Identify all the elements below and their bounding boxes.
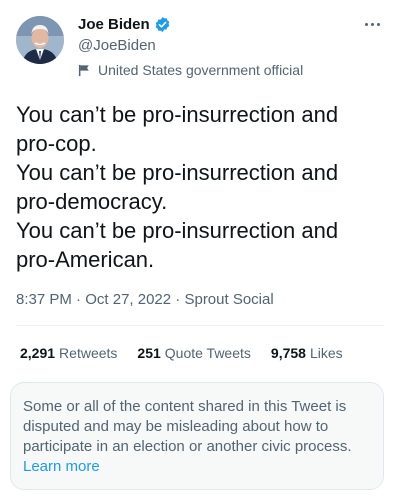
misleading-info-notice: Some or all of the content shared in thi… (10, 382, 384, 490)
tweet-header: Joe Biden @JoeBiden United States govern… (16, 14, 384, 84)
verified-badge-icon (155, 16, 169, 32)
tweet-source[interactable]: Sprout Social (184, 291, 273, 308)
likes-count: 9,758 (270, 345, 306, 361)
tweet-time[interactable]: 8:37 PM (16, 291, 72, 308)
quote-tweets-stat[interactable]: 251 Quote Tweets (137, 345, 251, 361)
divider (16, 325, 384, 326)
retweets-label: Retweets (59, 345, 118, 361)
tweet-text-line: You can’t be pro-insurrection and (16, 218, 339, 243)
retweets-stat[interactable]: 2,291 Retweets (20, 345, 117, 361)
quote-tweets-label: Quote Tweets (164, 345, 251, 361)
government-label: United States government official (78, 62, 303, 78)
meta-separator: · (175, 291, 181, 308)
author-identity: Joe Biden @JoeBiden United States govern… (78, 14, 303, 79)
tweet-date[interactable]: Oct 27, 2022 (85, 291, 171, 308)
meta-separator: · (76, 291, 82, 308)
tweet-text-line: You can’t be pro-insurrection and (16, 102, 339, 127)
tweet-text-line: pro-democracy. (16, 189, 168, 214)
author-name[interactable]: Joe Biden (78, 16, 150, 33)
likes-label: Likes (309, 345, 343, 361)
tweet-text: You can’t be pro-insurrection and pro-co… (16, 100, 386, 274)
government-label-text: United States government official (98, 62, 304, 78)
tweet-meta: 8:37 PM · Oct 27, 2022 · Sprout Social (16, 291, 274, 308)
flag-icon (78, 64, 89, 76)
author-handle[interactable]: @JoeBiden (78, 37, 303, 54)
tweet-card: Joe Biden @JoeBiden United States govern… (0, 0, 400, 500)
retweets-count: 2,291 (20, 345, 56, 361)
likes-stat[interactable]: 9,758 Likes (271, 345, 343, 361)
learn-more-link[interactable]: Learn more (23, 458, 100, 475)
tweet-text-line: pro-cop. (16, 131, 97, 156)
avatar[interactable] (16, 16, 64, 64)
engagement-stats: 2,291 Retweets 251 Quote Tweets 9,758 Likes (20, 345, 363, 361)
tweet-text-line: pro-American. (16, 247, 155, 272)
notice-text: Some or all of the content shared in thi… (23, 398, 352, 455)
quote-tweets-count: 251 (137, 345, 161, 361)
tweet-text-line: You can’t be pro-insurrection and (16, 160, 339, 185)
more-options-icon[interactable] (360, 14, 384, 34)
